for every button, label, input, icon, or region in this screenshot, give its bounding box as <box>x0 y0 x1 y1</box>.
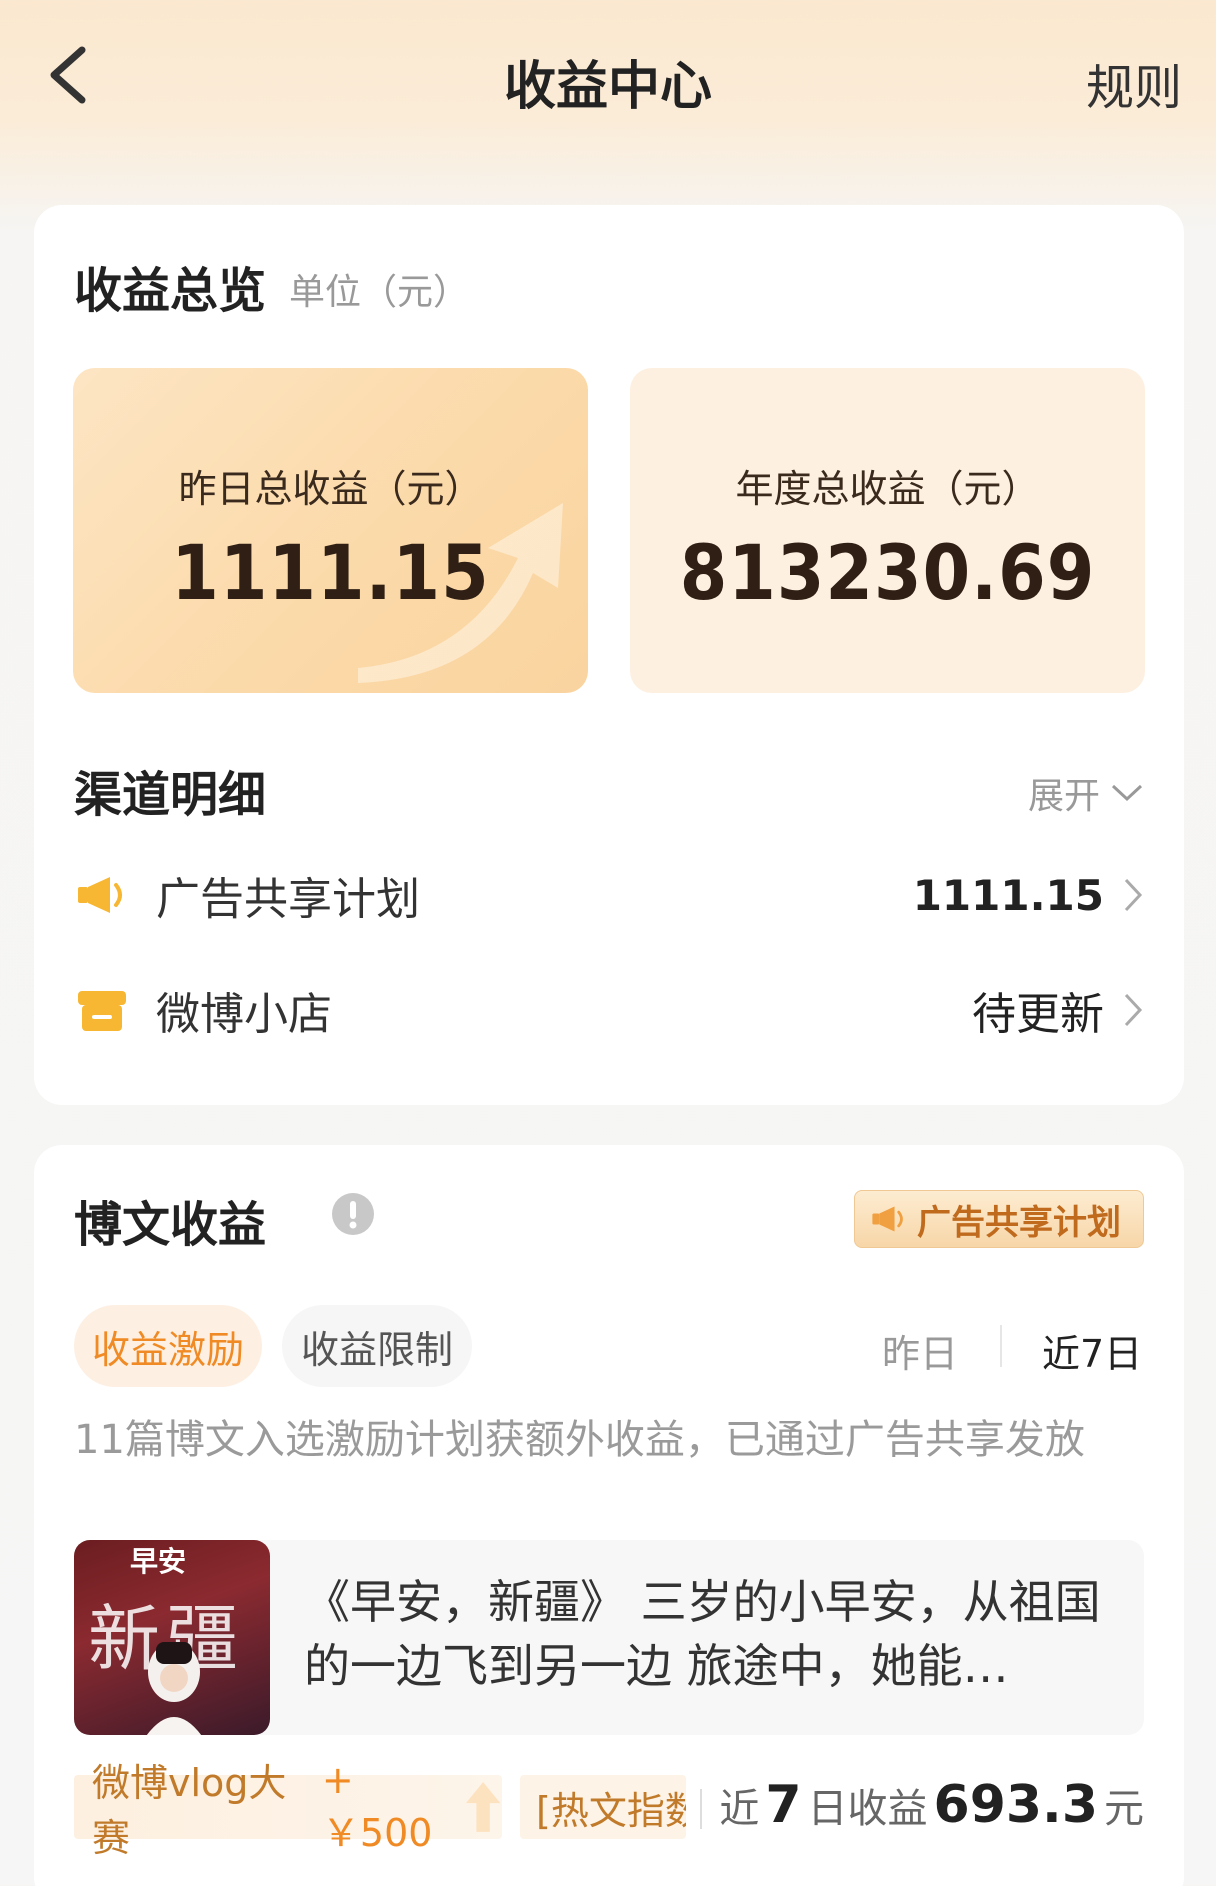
week-earn-days: 7 <box>765 1775 802 1835</box>
channels-title: 渠道明细 <box>74 767 267 823</box>
channel-value: 1111.15 <box>912 870 1104 920</box>
vlog-tag-label: 微博vlog大赛 <box>92 1761 287 1860</box>
yesterday-earnings-card[interactable]: 昨日总收益（元） 1111.15 <box>73 368 588 693</box>
channel-label: 广告共享计划 <box>156 874 420 925</box>
header: 收益中心 规则 <box>0 0 1216 160</box>
chevron-right-icon <box>1124 993 1143 1027</box>
incentive-description: 11篇博文入选激励计划获额外收益，已通过广告共享发放 <box>74 1417 1085 1463</box>
channel-row-weibo-shop[interactable]: 微博小店 待更新 <box>74 970 1144 1050</box>
rules-link[interactable]: 规则 <box>1086 48 1182 118</box>
week-earnings: 近 7 日收益 693.3 元 <box>719 1775 1144 1839</box>
week-earn-prefix: 近 <box>719 1786 760 1832</box>
expand-button[interactable]: 展开 <box>1028 767 1144 819</box>
chevron-down-icon <box>1111 784 1143 802</box>
vlog-bonus: +￥500 <box>321 1757 433 1855</box>
post-earnings-title: 博文收益 <box>74 1197 267 1253</box>
overview-title: 收益总览 <box>74 263 267 319</box>
ad-badge-label: 广告共享计划 <box>917 1202 1121 1243</box>
overview-card: 收益总览 单位（元） 昨日总收益（元） 1111.15 年度总收益（元） 813… <box>34 205 1184 1105</box>
channel-row-ad-sharing[interactable]: 广告共享计划 1111.15 <box>74 855 1144 935</box>
ad-sharing-badge[interactable]: 广告共享计划 <box>854 1190 1144 1248</box>
annual-earnings-card[interactable]: 年度总收益（元） 813230.69 <box>630 368 1145 693</box>
arrow-up-icon <box>465 1782 501 1832</box>
post-text: 《早安，新疆》 三岁的小早安，从祖国的一边飞到另一边 旅途中，她能… <box>304 1575 1101 1693</box>
unit-label: 单位（元） <box>289 272 470 313</box>
week-earn-amount: 693.3 <box>933 1775 1098 1835</box>
shop-icon <box>74 982 130 1038</box>
post-tags-row: 微博vlog大赛 +￥500 [热文指数 近 7 日收益 693.3 元 <box>74 1758 1144 1860</box>
page-title: 收益中心 <box>503 57 712 117</box>
annual-earnings-value: 813230.69 <box>679 528 1096 617</box>
yesterday-earnings-label: 昨日总收益（元） <box>178 467 483 511</box>
yesterday-earnings-value: 1111.15 <box>171 528 490 617</box>
vlog-contest-tag[interactable]: 微博vlog大赛 +￥500 <box>74 1758 502 1860</box>
hot-index-tag[interactable]: [热文指数 <box>520 1775 686 1839</box>
post-thumbnail: 早安 新疆 <box>74 1540 270 1735</box>
chevron-right-icon <box>1124 878 1143 912</box>
thumbnail-top-text: 早安 <box>130 1545 187 1578</box>
post-item[interactable]: 早安 新疆 《早安，新疆》 三岁的小早安，从祖国的一边飞到另一边 旅途中，她能… <box>74 1540 1144 1735</box>
week-earn-middle: 日收益 <box>807 1786 928 1832</box>
period-7-days[interactable]: 近7日 <box>1042 1323 1142 1378</box>
channel-value: 待更新 <box>972 989 1104 1040</box>
megaphone-icon <box>872 1206 903 1232</box>
week-earn-suffix: 元 <box>1104 1786 1144 1832</box>
tab-restriction[interactable]: 收益限制 <box>282 1305 472 1387</box>
megaphone-icon <box>74 867 130 923</box>
period-yesterday[interactable]: 昨日 <box>882 1323 958 1378</box>
channel-label: 微博小店 <box>156 989 332 1040</box>
period-divider <box>1000 1325 1002 1367</box>
post-earnings-card: 博文收益 广告共享计划 收益激励 收益限制 昨日 近7日 11篇博文入选激励计划… <box>34 1145 1184 1886</box>
annual-earnings-label: 年度总收益（元） <box>735 467 1040 511</box>
info-icon[interactable] <box>331 1192 375 1236</box>
child-figure-icon <box>146 1642 202 1735</box>
tab-incentive[interactable]: 收益激励 <box>74 1305 262 1387</box>
tags-divider <box>700 1789 702 1829</box>
expand-label: 展开 <box>1027 776 1100 817</box>
